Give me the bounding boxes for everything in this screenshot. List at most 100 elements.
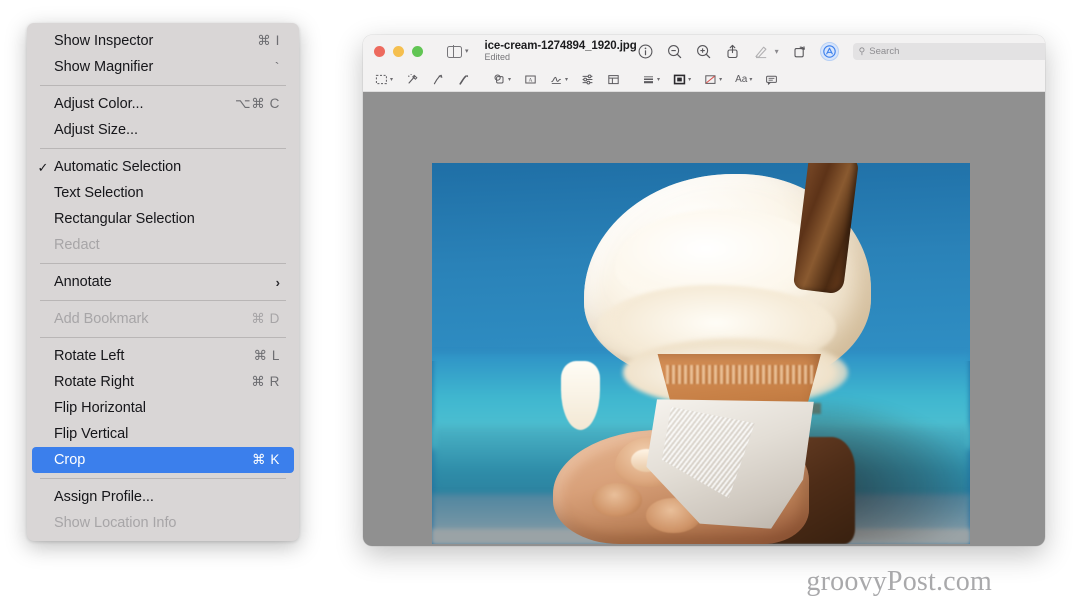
border-color-icon[interactable]: ▾ bbox=[673, 73, 691, 86]
menu-item-label: Assign Profile... bbox=[54, 489, 154, 505]
sign-icon[interactable]: ▾ bbox=[550, 73, 568, 86]
menu-item-crop[interactable]: Crop ⌘ K bbox=[32, 447, 294, 473]
markup-toggle-icon[interactable] bbox=[819, 42, 839, 61]
toolbar-right-group: ▾ ⚲ Search bbox=[637, 42, 1045, 61]
menu-separator bbox=[40, 148, 286, 149]
menu-item-add-bookmark: Add Bookmark ⌘ D bbox=[32, 306, 294, 332]
search-icon: ⚲ bbox=[858, 46, 866, 56]
photo-cone-text bbox=[665, 364, 813, 384]
menu-item-shortcut: ⌘ K bbox=[251, 452, 280, 467]
instant-alpha-icon[interactable] bbox=[406, 73, 419, 86]
menu-item-label: Rotate Left bbox=[54, 348, 125, 364]
menu-item-label: Flip Vertical bbox=[54, 426, 129, 442]
menu-item-annotate[interactable]: Annotate › bbox=[32, 269, 294, 295]
chevron-down-icon: ▾ bbox=[749, 76, 753, 83]
minimize-button[interactable] bbox=[393, 46, 404, 57]
menu-item-label: Rotate Right bbox=[54, 374, 134, 390]
sketch-icon[interactable] bbox=[432, 73, 445, 86]
menu-item-flip-vertical[interactable]: Flip Vertical bbox=[32, 421, 294, 447]
annotate-note-icon[interactable] bbox=[765, 73, 778, 86]
menu-item-label: Text Selection bbox=[54, 185, 144, 201]
menu-item-show-inspector[interactable]: Show Inspector ⌘ I bbox=[32, 28, 294, 54]
rotate-icon[interactable] bbox=[791, 43, 808, 60]
text-style-icon[interactable]: Aa ▾ bbox=[735, 73, 753, 85]
chevron-down-icon[interactable]: ▾ bbox=[775, 47, 779, 56]
preview-window: ▾ ice-cream-1274894_1920.jpg Edited ▾ ⚲ … bbox=[363, 35, 1045, 546]
menu-separator bbox=[40, 263, 286, 264]
menu-item-shortcut: ⌘ L bbox=[253, 348, 280, 363]
zoom-in-icon[interactable] bbox=[695, 43, 712, 60]
menu-item-show-magnifier[interactable]: Show Magnifier ` bbox=[32, 54, 294, 80]
menu-item-shortcut: ⌘ R bbox=[251, 374, 280, 389]
window-title-block: ice-cream-1274894_1920.jpg Edited bbox=[485, 40, 637, 63]
photo-subject bbox=[553, 163, 948, 544]
menu-item-label: Show Location Info bbox=[54, 515, 177, 531]
menu-separator bbox=[40, 478, 286, 479]
menu-item-flip-horizontal[interactable]: Flip Horizontal bbox=[32, 395, 294, 421]
photo-image[interactable] bbox=[432, 163, 970, 544]
menu-separator bbox=[40, 300, 286, 301]
sidebar-toggle-button[interactable]: ▾ bbox=[447, 45, 469, 58]
adjust-size-icon[interactable] bbox=[607, 73, 620, 86]
menu-item-label: Flip Horizontal bbox=[54, 400, 146, 416]
menu-item-text-selection[interactable]: Text Selection bbox=[32, 180, 294, 206]
menu-item-rotate-left[interactable]: Rotate Left ⌘ L bbox=[32, 343, 294, 369]
adjust-color-icon[interactable] bbox=[581, 73, 594, 86]
checkmark-icon: ✓ bbox=[37, 159, 49, 175]
window-titlebar[interactable]: ▾ ice-cream-1274894_1920.jpg Edited ▾ ⚲ … bbox=[363, 35, 1045, 68]
menu-item-shortcut: ⌘ I bbox=[257, 33, 280, 48]
markup-toolbar[interactable]: ▾ ▾ A ▾ ▾ ▾ ▾ Aa ▾ bbox=[363, 68, 1045, 92]
watermark: groovyPost.com bbox=[806, 566, 992, 597]
traffic-lights bbox=[374, 46, 423, 57]
chevron-down-icon: ▾ bbox=[465, 48, 469, 55]
document-canvas[interactable] bbox=[363, 92, 1045, 546]
fill-color-icon[interactable]: ▾ bbox=[704, 73, 722, 86]
close-button[interactable] bbox=[374, 46, 385, 57]
zoom-out-icon[interactable] bbox=[666, 43, 683, 60]
sidebar-icon bbox=[447, 45, 462, 58]
shapes-icon[interactable]: ▾ bbox=[493, 73, 511, 86]
menu-item-show-location-info: Show Location Info bbox=[32, 510, 294, 536]
draw-icon[interactable] bbox=[458, 73, 471, 86]
search-placeholder: Search bbox=[869, 46, 900, 57]
chevron-down-icon: ▾ bbox=[565, 76, 569, 83]
menu-separator bbox=[40, 85, 286, 86]
markup-group-shapes: ▾ A ▾ bbox=[493, 73, 620, 86]
menu-item-rotate-right[interactable]: Rotate Right ⌘ R bbox=[32, 369, 294, 395]
menu-item-adjust-color[interactable]: Adjust Color... ⌥⌘ C bbox=[32, 91, 294, 117]
chevron-down-icon: ▾ bbox=[719, 76, 723, 83]
menu-item-shortcut: ` bbox=[274, 59, 280, 75]
chevron-down-icon: ▾ bbox=[657, 76, 661, 83]
menu-item-label: Adjust Color... bbox=[54, 96, 144, 112]
selection-tools-icon[interactable]: ▾ bbox=[375, 73, 393, 86]
share-icon[interactable] bbox=[724, 43, 741, 60]
chevron-right-icon: › bbox=[275, 274, 280, 290]
search-input[interactable]: ⚲ Search bbox=[852, 43, 1045, 60]
menu-item-automatic-selection[interactable]: ✓ Automatic Selection bbox=[32, 154, 294, 180]
shape-style-icon[interactable]: ▾ bbox=[642, 73, 660, 86]
photo-drip bbox=[561, 361, 600, 430]
text-box-icon[interactable]: A bbox=[524, 73, 537, 86]
menu-item-label: Rectangular Selection bbox=[54, 211, 195, 227]
menu-item-assign-profile[interactable]: Assign Profile... bbox=[32, 484, 294, 510]
menu-item-shortcut: ⌘ D bbox=[251, 311, 280, 326]
markup-group-styles: ▾ ▾ ▾ Aa ▾ bbox=[642, 73, 778, 86]
markup-group-selection: ▾ bbox=[375, 73, 471, 86]
chevron-down-icon: ▾ bbox=[390, 76, 394, 83]
text-style-label: Aa bbox=[735, 73, 748, 85]
menu-item-shortcut: ⌥⌘ C bbox=[235, 96, 280, 111]
info-icon[interactable] bbox=[637, 43, 654, 60]
markup-pen-icon[interactable] bbox=[753, 43, 770, 60]
chevron-down-icon: ▾ bbox=[688, 76, 692, 83]
menu-item-label: Annotate bbox=[54, 274, 112, 290]
menu-item-rectangular-selection[interactable]: Rectangular Selection bbox=[32, 206, 294, 232]
menu-item-label: Crop bbox=[54, 452, 86, 468]
edited-status: Edited bbox=[484, 52, 511, 63]
menu-item-label: Show Inspector bbox=[54, 33, 154, 49]
menu-item-adjust-size[interactable]: Adjust Size... bbox=[32, 117, 294, 143]
page-title: ice-cream-1274894_1920.jpg bbox=[484, 40, 637, 53]
menu-item-label: Automatic Selection bbox=[54, 159, 182, 175]
menu-item-label: Adjust Size... bbox=[54, 122, 138, 138]
preview-tools-context-menu[interactable]: Show Inspector ⌘ I Show Magnifier ` Adju… bbox=[27, 23, 299, 541]
maximize-button[interactable] bbox=[412, 46, 423, 57]
